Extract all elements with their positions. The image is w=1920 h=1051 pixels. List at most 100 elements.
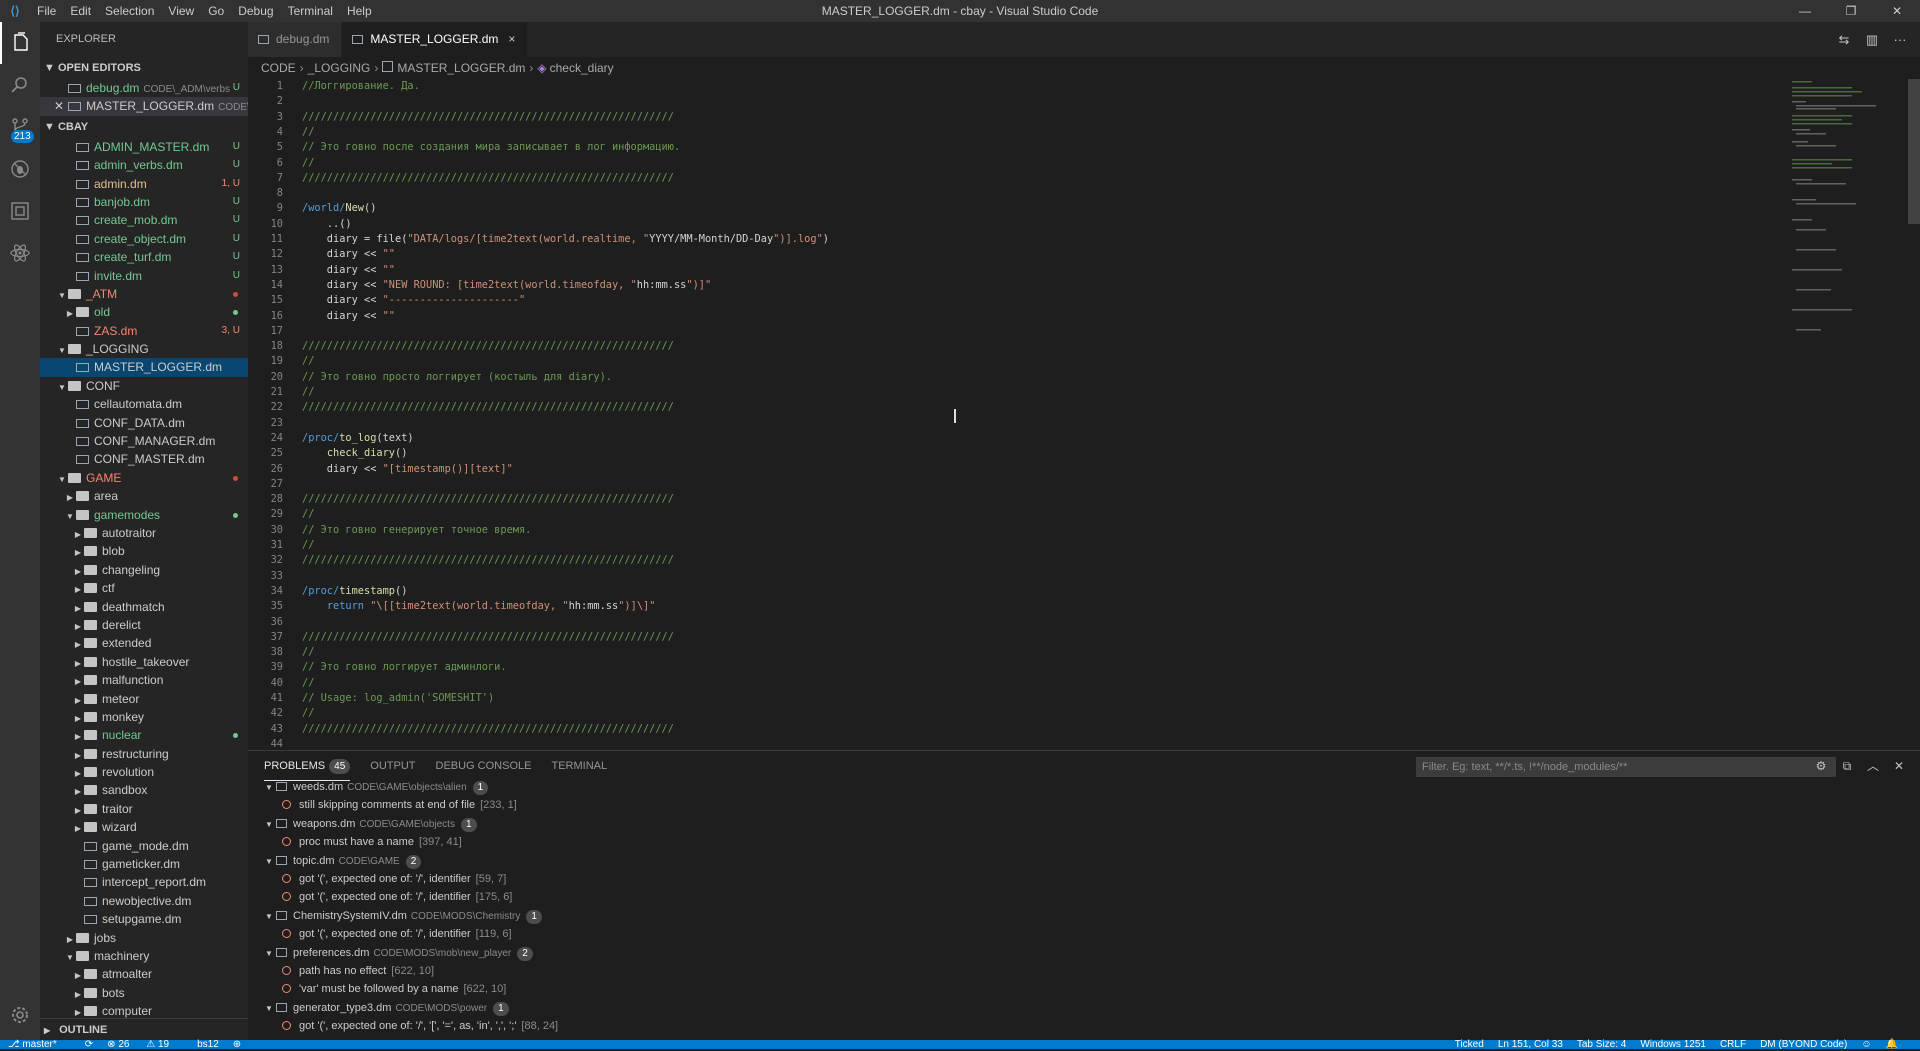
code-line[interactable]: 24/proc/to_log(text) bbox=[248, 431, 414, 446]
tree-folder-item[interactable]: ▶ meteor bbox=[40, 690, 248, 708]
tree-file-item[interactable]: CONF_MASTER.dm bbox=[40, 450, 248, 468]
tree-file-item[interactable]: invite.dm U bbox=[40, 267, 248, 285]
tree-folder-item[interactable]: ▶ restructuring bbox=[40, 745, 248, 763]
react-icon[interactable] bbox=[0, 232, 40, 274]
code-line[interactable]: 44 bbox=[248, 737, 283, 750]
problem-error-row[interactable]: still skipping comments at end of file [2… bbox=[282, 796, 517, 814]
tree-file-item[interactable]: CONF_MANAGER.dm bbox=[40, 432, 248, 450]
breadcrumb-item[interactable]: _LOGGING bbox=[308, 61, 371, 75]
server-state[interactable]: Ticked bbox=[1455, 1038, 1484, 1051]
code-line[interactable]: 20 // Это говно просто логгирует (костыль… bbox=[248, 370, 612, 385]
problem-file-row[interactable]: ▼ generator_type3.dm CODE\MODS\power 1 bbox=[262, 999, 509, 1017]
tree-folder-item[interactable]: ▶ wizard bbox=[40, 818, 248, 836]
globe-icon[interactable]: ⊕ bbox=[233, 1038, 241, 1051]
extensions-icon[interactable] bbox=[0, 190, 40, 232]
menu-selection[interactable]: Selection bbox=[98, 4, 161, 18]
menu-file[interactable]: File bbox=[30, 4, 63, 18]
tree-folder-item[interactable]: ▶ blob bbox=[40, 542, 248, 560]
code-line[interactable]: 35 return "\[[time2text(world.timeofday,… bbox=[248, 599, 656, 614]
code-line[interactable]: 4 // bbox=[248, 125, 315, 140]
problem-file-row[interactable]: ▼ ChemistrySystemIV.dm CODE\MODS\Chemistry… bbox=[262, 907, 542, 925]
breadcrumb-item[interactable]: CODE bbox=[261, 61, 296, 75]
tree-folder-item[interactable]: ▶ extended bbox=[40, 634, 248, 652]
code-line[interactable]: 18 //////////////////////////////////////… bbox=[248, 339, 674, 354]
code-line[interactable]: 15 diary << "---------------------" bbox=[248, 293, 526, 308]
tab-debug[interactable]: debug.dm bbox=[248, 22, 343, 57]
code-line[interactable]: 1 //Логгирование. Да. bbox=[248, 79, 420, 94]
open-editors-section[interactable]: ▼ OPEN EDITORS bbox=[40, 57, 248, 79]
problem-error-row[interactable]: proc must have a name [397, 41] bbox=[282, 833, 462, 851]
problem-file-row[interactable]: ▼ weapons.dm CODE\GAME\objects 1 bbox=[262, 815, 477, 833]
code-editor[interactable]: 1//Логгирование. Да. 2 3//////////////////… bbox=[248, 79, 1908, 750]
close-icon[interactable]: × bbox=[508, 32, 515, 46]
code-line[interactable]: 41 // Usage: log_admin('SOMESHIT') bbox=[248, 691, 495, 706]
code-line[interactable]: 40 // bbox=[248, 676, 315, 691]
breadcrumb-item[interactable]: check_diary bbox=[550, 61, 614, 75]
tree-folder-item[interactable]: ▼ _LOGGING bbox=[40, 340, 248, 358]
maximize-panel-icon[interactable]: ︿ bbox=[1860, 751, 1886, 781]
code-line[interactable]: 12 diary << "" bbox=[248, 247, 395, 262]
code-line[interactable]: 30 // Это говно генерирует точное время. bbox=[248, 523, 532, 538]
tree-file-item[interactable]: gameticker.dm bbox=[40, 855, 248, 873]
code-line[interactable]: 16 diary << "" bbox=[248, 309, 395, 324]
menu-edit[interactable]: Edit bbox=[63, 4, 98, 18]
tree-file-item[interactable]: create_mob.dm U bbox=[40, 211, 248, 229]
feedback-icon[interactable]: ☺ bbox=[1861, 1038, 1871, 1051]
tree-folder-item[interactable]: ▶ deathmatch bbox=[40, 598, 248, 616]
menu-go[interactable]: Go bbox=[201, 4, 231, 18]
code-line[interactable]: 17 bbox=[248, 324, 283, 339]
filter-settings-icon[interactable]: ⚙ bbox=[1808, 751, 1834, 781]
open-changes-icon[interactable]: ⇆ bbox=[1830, 22, 1858, 57]
tree-file-item[interactable]: newobjective.dm bbox=[40, 892, 248, 910]
sync-icon[interactable]: ⟳ bbox=[85, 1038, 93, 1051]
tab-size[interactable]: Tab Size: 4 bbox=[1577, 1038, 1626, 1051]
problems-status[interactable]: ⊗ 26 ⚠ 19 bbox=[107, 1038, 183, 1051]
tree-folder-item[interactable]: ▶ nuclear bbox=[40, 726, 248, 744]
code-line[interactable]: 28 //////////////////////////////////////… bbox=[248, 492, 674, 507]
code-line[interactable]: 11 diary = file("DATA/logs/[time2text(wo… bbox=[248, 232, 829, 247]
tree-folder-item[interactable]: ▶ changeling bbox=[40, 561, 248, 579]
code-line[interactable]: 5 // Это говно после создания мира записы… bbox=[248, 140, 680, 155]
tree-file-item[interactable]: intercept_report.dm bbox=[40, 873, 248, 891]
tree-file-item[interactable]: cellautomata.dm bbox=[40, 395, 248, 413]
encoding[interactable]: Windows 1251 bbox=[1640, 1038, 1706, 1051]
tree-folder-item[interactable]: ▶ area bbox=[40, 487, 248, 505]
tab-problems[interactable]: PROBLEMS 45 bbox=[264, 751, 351, 781]
tree-folder-item[interactable]: ▶ bots bbox=[40, 984, 248, 1002]
code-line[interactable]: 25 check_diary() bbox=[248, 446, 408, 461]
code-line[interactable]: 33 bbox=[248, 569, 283, 584]
tree-file-item[interactable]: banjob.dm U bbox=[40, 193, 248, 211]
tree-file-item[interactable]: ZAS.dm 3, U bbox=[40, 322, 248, 340]
workspace-section[interactable]: ▼ CBAY bbox=[40, 116, 248, 138]
code-line[interactable]: 19 // bbox=[248, 354, 315, 369]
scrollbar-thumb[interactable] bbox=[1908, 79, 1920, 224]
status-extra[interactable]: bs12 bbox=[197, 1038, 219, 1051]
code-line[interactable]: 6 // bbox=[248, 156, 315, 171]
code-line[interactable]: 32 //////////////////////////////////////… bbox=[248, 553, 674, 568]
problem-error-row[interactable]: path has no effect [622, 10] bbox=[282, 962, 434, 980]
code-line[interactable]: 42 // bbox=[248, 706, 315, 721]
language-mode[interactable]: DM (BYOND Code) bbox=[1760, 1038, 1847, 1051]
code-line[interactable]: 2 bbox=[248, 94, 283, 109]
problem-error-row[interactable]: got '(', expected one of: '/', identifie… bbox=[282, 888, 512, 906]
tree-folder-item[interactable]: ▼ machinery bbox=[40, 947, 248, 965]
tree-file-item[interactable]: game_mode.dm bbox=[40, 837, 248, 855]
menu-view[interactable]: View bbox=[161, 4, 201, 18]
tab-terminal[interactable]: TERMINAL bbox=[551, 751, 607, 781]
code-line[interactable]: 38 // bbox=[248, 645, 315, 660]
explorer-icon[interactable] bbox=[0, 22, 40, 64]
code-line[interactable]: 29 // bbox=[248, 507, 315, 522]
source-control-icon[interactable]: 213 bbox=[0, 106, 40, 148]
tree-folder-item[interactable]: ▶ hostile_takeover bbox=[40, 653, 248, 671]
tree-folder-item[interactable]: ▶ autotraitor bbox=[40, 524, 248, 542]
tree-folder-item[interactable]: ▶ traitor bbox=[40, 800, 248, 818]
code-line[interactable]: 3 ///////////////////////////////////////… bbox=[248, 110, 674, 125]
tree-folder-item[interactable]: ▶ jobs bbox=[40, 929, 248, 947]
outline-section[interactable]: ▶ OUTLINE bbox=[40, 1018, 248, 1040]
code-line[interactable]: 9/world/New() bbox=[248, 201, 377, 216]
tree-folder-item[interactable]: ▼ GAME bbox=[40, 469, 248, 487]
code-line[interactable]: 23 bbox=[248, 416, 283, 431]
problem-error-row[interactable]: got '(', expected one of: '/', '[', '=',… bbox=[282, 1017, 558, 1035]
cursor-position[interactable]: Ln 151, Col 33 bbox=[1498, 1038, 1563, 1051]
problem-file-row[interactable]: ▼ weeds.dm CODE\GAME\objects\alien 1 bbox=[262, 781, 489, 796]
